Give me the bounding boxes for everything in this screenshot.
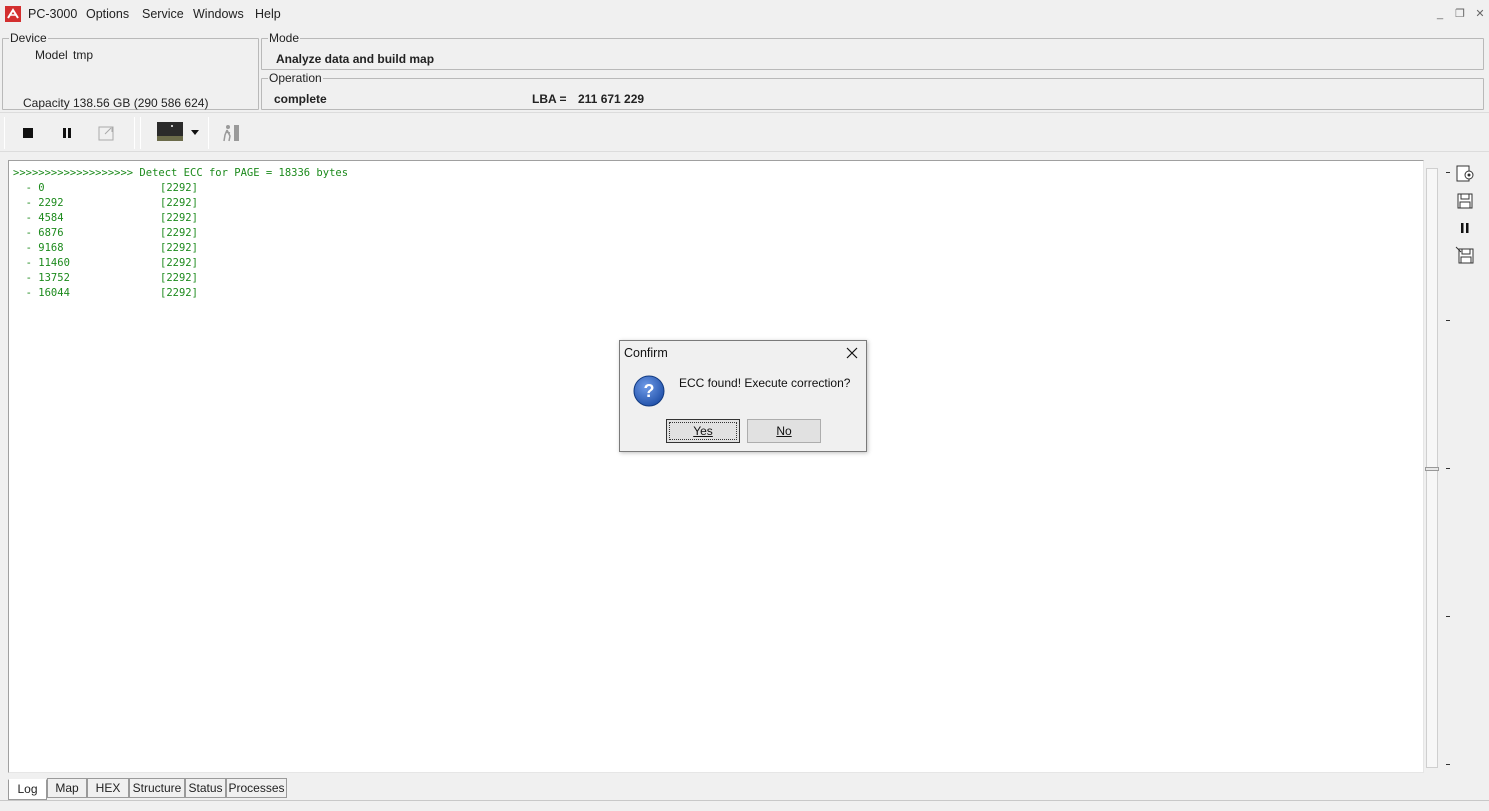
log-row-size: [2292]: [160, 227, 198, 239]
log-row-offset: - 6876: [13, 227, 64, 239]
mode-group-title: Mode: [268, 31, 301, 45]
menu-bar: PC-3000 Options Service Windows Help _ ❐…: [0, 0, 1489, 30]
yes-button-label: Yes: [693, 424, 713, 438]
slider-thumb[interactable]: [1425, 467, 1439, 471]
image-preview-button[interactable]: [155, 121, 185, 145]
mode-value: Analyze data and build map: [276, 52, 435, 66]
capacity-value: 138.56 GB (290 586 624): [73, 96, 209, 110]
close-icon[interactable]: [844, 345, 860, 361]
slider-tick: [1446, 616, 1450, 617]
log-row-offset: - 13752: [13, 272, 70, 284]
app-title: PC-3000: [28, 7, 78, 21]
log-settings-button[interactable]: [1454, 164, 1476, 184]
toolbar-separator: [134, 117, 135, 149]
export-icon: [98, 126, 114, 141]
no-button[interactable]: No: [747, 419, 821, 443]
pause-icon: [1461, 223, 1469, 233]
tab-map[interactable]: Map: [47, 778, 87, 798]
close-window-icon[interactable]: ✕: [1473, 7, 1487, 21]
menu-service[interactable]: Service: [142, 7, 184, 21]
menu-windows[interactable]: Windows: [193, 7, 244, 21]
tab-hex[interactable]: HEX: [87, 778, 129, 798]
operation-status: complete: [274, 92, 327, 106]
save-icon: [1457, 193, 1473, 209]
svg-text:?: ?: [644, 381, 655, 401]
save-as-button[interactable]: [1454, 245, 1476, 265]
tab-log[interactable]: Log: [8, 779, 47, 800]
lba-label: LBA =: [532, 92, 567, 106]
status-bar-divider: [0, 800, 1489, 801]
mode-group: Mode Analyze data and build map: [261, 31, 1484, 70]
tab-structure[interactable]: Structure: [129, 778, 185, 798]
yes-button[interactable]: Yes: [666, 419, 740, 443]
model-label: Model: [35, 48, 68, 62]
save-button[interactable]: [1454, 191, 1476, 211]
tab-status[interactable]: Status: [185, 778, 226, 798]
log-row-offset: - 4584: [13, 212, 64, 224]
slider-tick: [1446, 320, 1450, 321]
log-pause-button[interactable]: [1454, 218, 1476, 238]
log-row-offset: - 11460: [13, 257, 70, 269]
image-dropdown-button[interactable]: [188, 121, 202, 145]
model-value: tmp: [73, 48, 94, 62]
device-group-title: Device: [9, 31, 48, 45]
slider-tick: [1446, 468, 1450, 469]
run-icon: [223, 125, 239, 142]
device-group: Device Model tmp Capacity 138.56 GB (290…: [2, 31, 259, 110]
log-header: >>>>>>>>>>>>>>>>>>> Detect ECC for PAGE …: [13, 167, 349, 179]
log-row-offset: - 16044: [13, 287, 70, 299]
minimize-icon[interactable]: _: [1433, 7, 1447, 21]
log-row-offset: - 0: [13, 182, 45, 194]
dialog-title: Confirm: [624, 346, 668, 360]
image-preview-icon: [157, 122, 183, 144]
export-button[interactable]: [96, 121, 120, 145]
log-settings-icon: [1456, 165, 1474, 182]
log-row-size: [2292]: [160, 212, 198, 224]
toolbar-separator: [4, 117, 5, 149]
toolbar: [0, 112, 1489, 152]
menu-help[interactable]: Help: [255, 7, 281, 21]
app-logo-icon: [5, 6, 21, 22]
toolbar-separator: [140, 117, 141, 149]
tab-processes[interactable]: Processes: [226, 778, 287, 798]
log-row-size: [2292]: [160, 287, 198, 299]
question-icon: ?: [633, 375, 665, 407]
log-row-offset: - 9168: [13, 242, 64, 254]
slider-tick: [1446, 764, 1450, 765]
run-button[interactable]: [219, 121, 243, 145]
log-row-size: [2292]: [160, 257, 198, 269]
dialog-message: ECC found! Execute correction?: [679, 376, 851, 390]
toolbar-separator: [208, 117, 209, 149]
capacity-label: Capacity: [23, 96, 70, 110]
pause-button[interactable]: [55, 121, 79, 145]
operation-group-title: Operation: [268, 71, 323, 85]
log-row-size: [2292]: [160, 272, 198, 284]
operation-group: Operation complete LBA = 211 671 229: [261, 71, 1484, 110]
stop-icon: [23, 128, 33, 138]
slider-tick: [1446, 172, 1450, 173]
log-row-size: [2292]: [160, 197, 198, 209]
lba-value: 211 671 229: [578, 92, 645, 106]
log-panel[interactable]: >>>>>>>>>>>>>>>>>>> Detect ECC for PAGE …: [8, 160, 1424, 773]
no-button-label: No: [776, 424, 792, 438]
log-row-size: [2292]: [160, 182, 198, 194]
save-as-icon: [1455, 246, 1474, 264]
stop-button[interactable]: [16, 121, 40, 145]
log-row-size: [2292]: [160, 242, 198, 254]
vertical-slider[interactable]: [1425, 168, 1439, 768]
confirm-dialog: Confirm ? ECC found! Execute correction?…: [619, 340, 867, 452]
restore-icon[interactable]: ❐: [1453, 7, 1467, 21]
dropdown-arrow-icon: [191, 130, 199, 135]
menu-options[interactable]: Options: [86, 7, 129, 21]
log-row-offset: - 2292: [13, 197, 64, 209]
pause-icon: [63, 128, 71, 138]
